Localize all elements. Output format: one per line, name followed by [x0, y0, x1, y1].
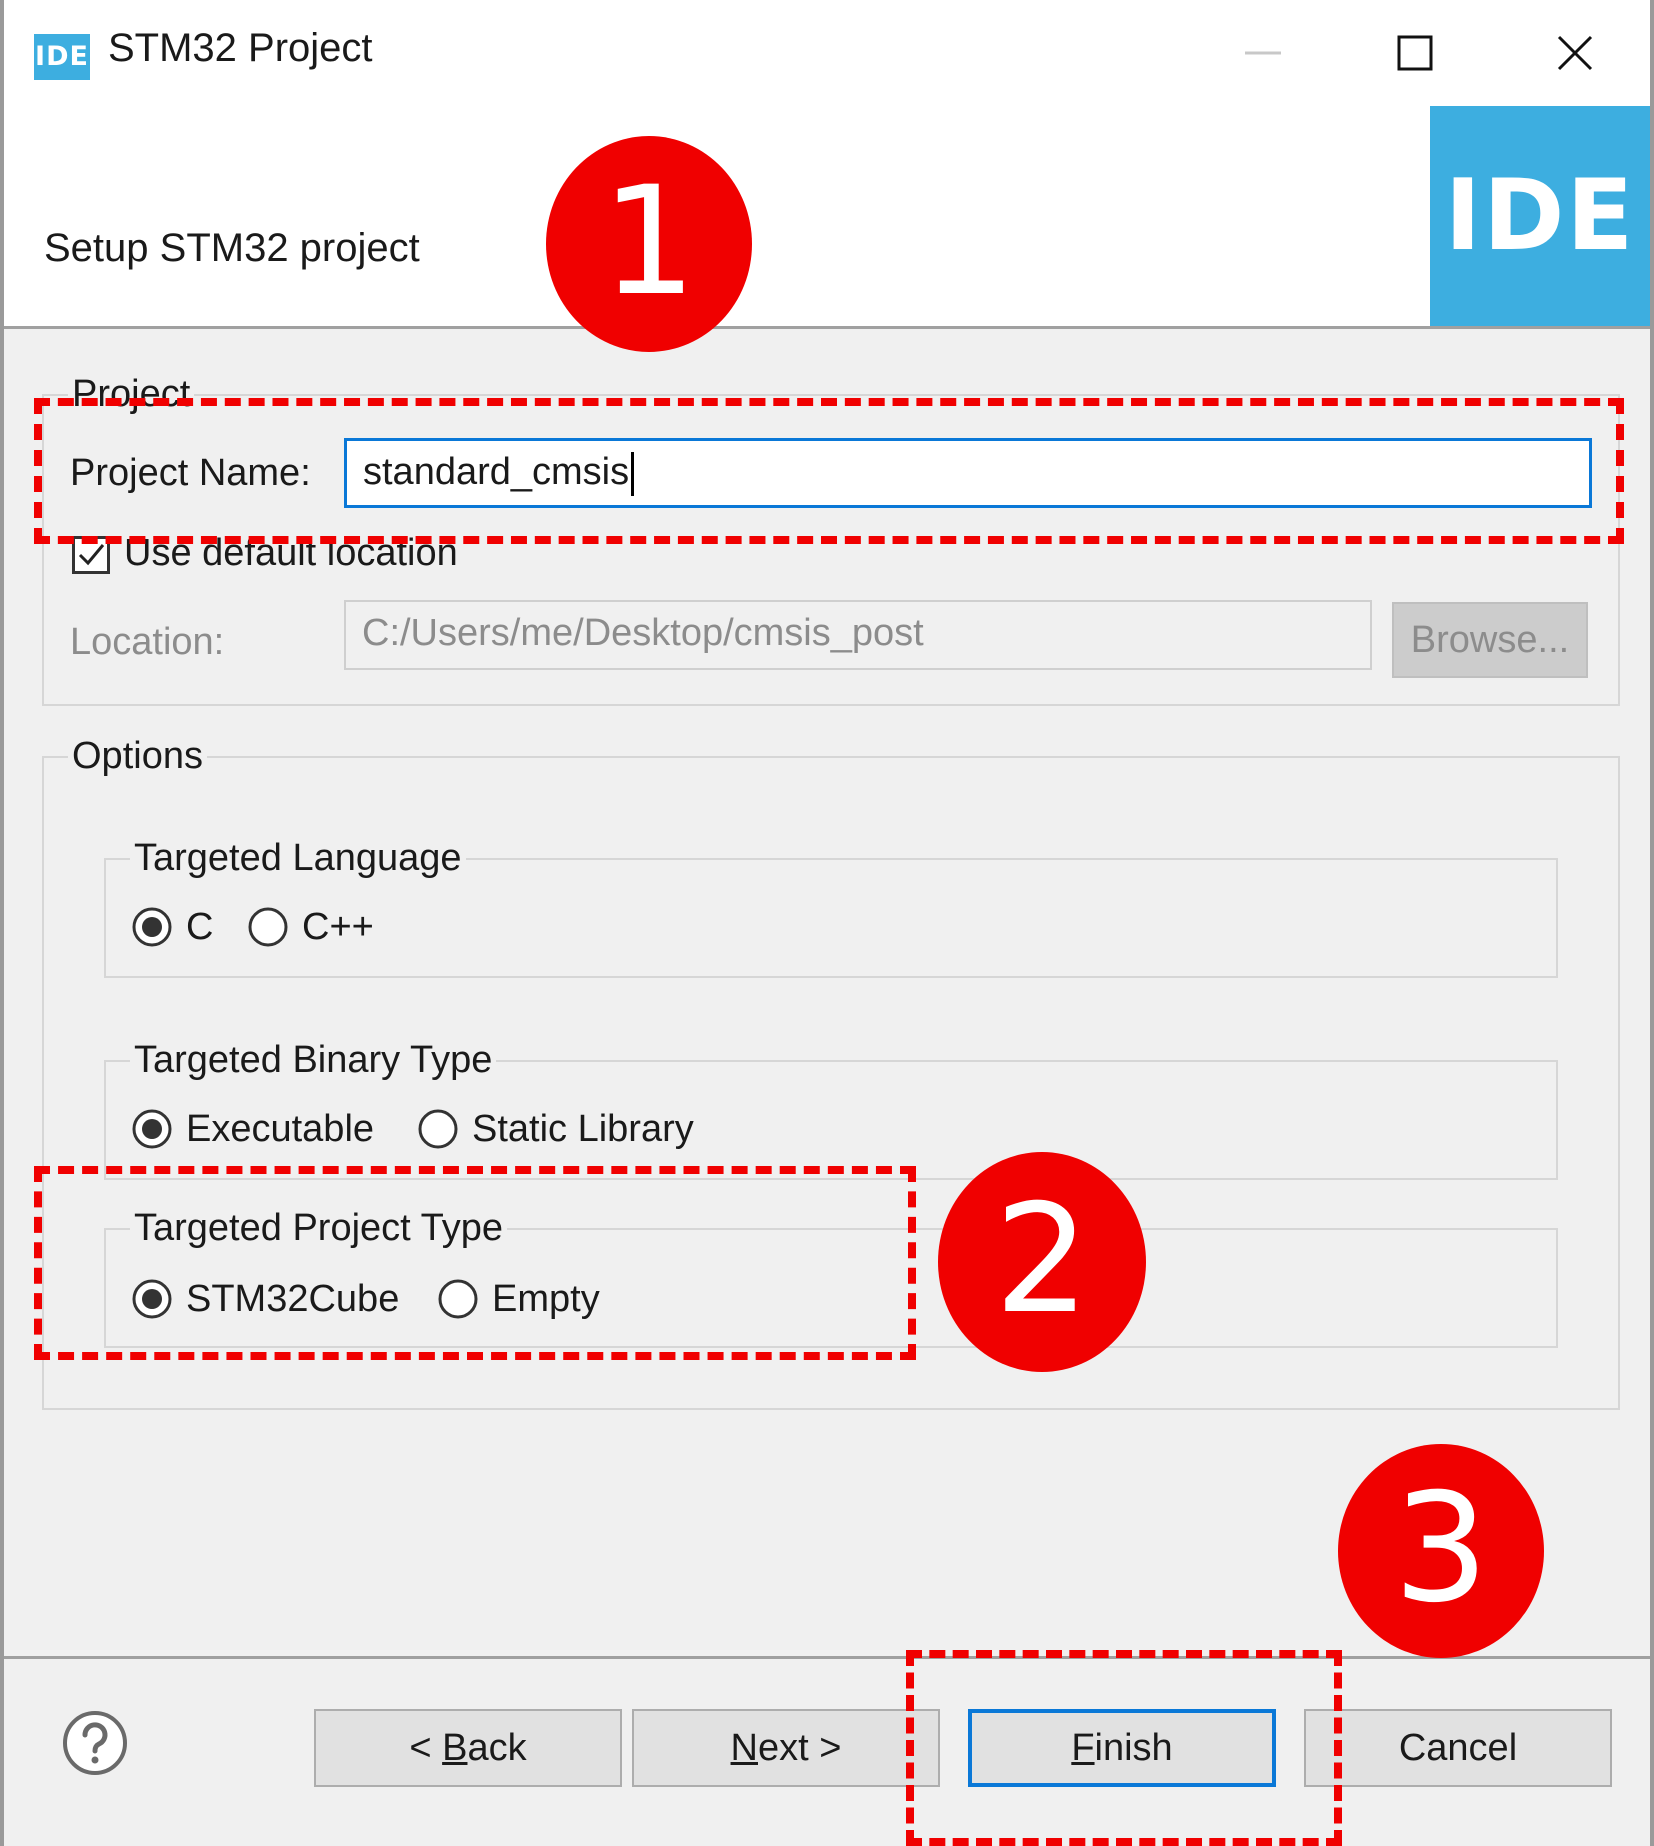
radio-binary-executable[interactable] — [132, 1109, 172, 1149]
help-icon[interactable] — [62, 1710, 128, 1776]
next-button[interactable]: Next > — [632, 1709, 940, 1787]
browse-button[interactable]: Browse... — [1392, 602, 1588, 678]
title-bar: IDE STM32 Project — [4, 0, 1650, 106]
highlight-finish-button — [906, 1650, 1342, 1846]
highlight-project-type — [34, 1166, 916, 1360]
close-icon — [1557, 35, 1593, 71]
back-button[interactable]: < Back — [314, 1709, 622, 1787]
cancel-button[interactable]: Cancel — [1304, 1709, 1612, 1787]
minimize-button[interactable] — [1208, 10, 1318, 96]
ide-app-icon: IDE — [34, 34, 90, 80]
wizard-page-title: Setup STM32 project — [44, 226, 420, 270]
ide-banner-logo: IDE — [1430, 106, 1650, 326]
radio-language-c-label: C — [186, 906, 214, 948]
step-badge-3: 3 — [1338, 1444, 1544, 1658]
radio-language-cpp[interactable] — [248, 907, 288, 947]
location-label: Location: — [70, 621, 225, 663]
targeted-language-legend: Targeted Language — [130, 836, 466, 880]
step-badge-2: 2 — [938, 1152, 1146, 1372]
targeted-binary-type-legend: Targeted Binary Type — [130, 1038, 497, 1082]
maximize-button[interactable] — [1360, 10, 1470, 96]
footer-separator — [4, 1656, 1650, 1659]
highlight-project-name — [34, 398, 1624, 544]
radio-binary-static-library[interactable] — [418, 1109, 458, 1149]
options-group-legend: Options — [68, 734, 207, 778]
close-button[interactable] — [1520, 10, 1630, 96]
radio-language-c[interactable] — [132, 907, 172, 947]
radio-binary-executable-label: Executable — [186, 1108, 375, 1150]
window-title: STM32 Project — [108, 26, 373, 70]
maximize-icon — [1397, 35, 1433, 71]
location-input[interactable]: C:/Users/me/Desktop/cmsis_post — [344, 600, 1372, 670]
wizard-header: Setup STM32 project IDE — [4, 106, 1650, 329]
radio-binary-static-library-label: Static Library — [472, 1108, 694, 1150]
minimize-icon — [1245, 51, 1281, 55]
step-badge-1: 1 — [546, 136, 752, 352]
radio-language-cpp-label: C++ — [302, 906, 374, 948]
